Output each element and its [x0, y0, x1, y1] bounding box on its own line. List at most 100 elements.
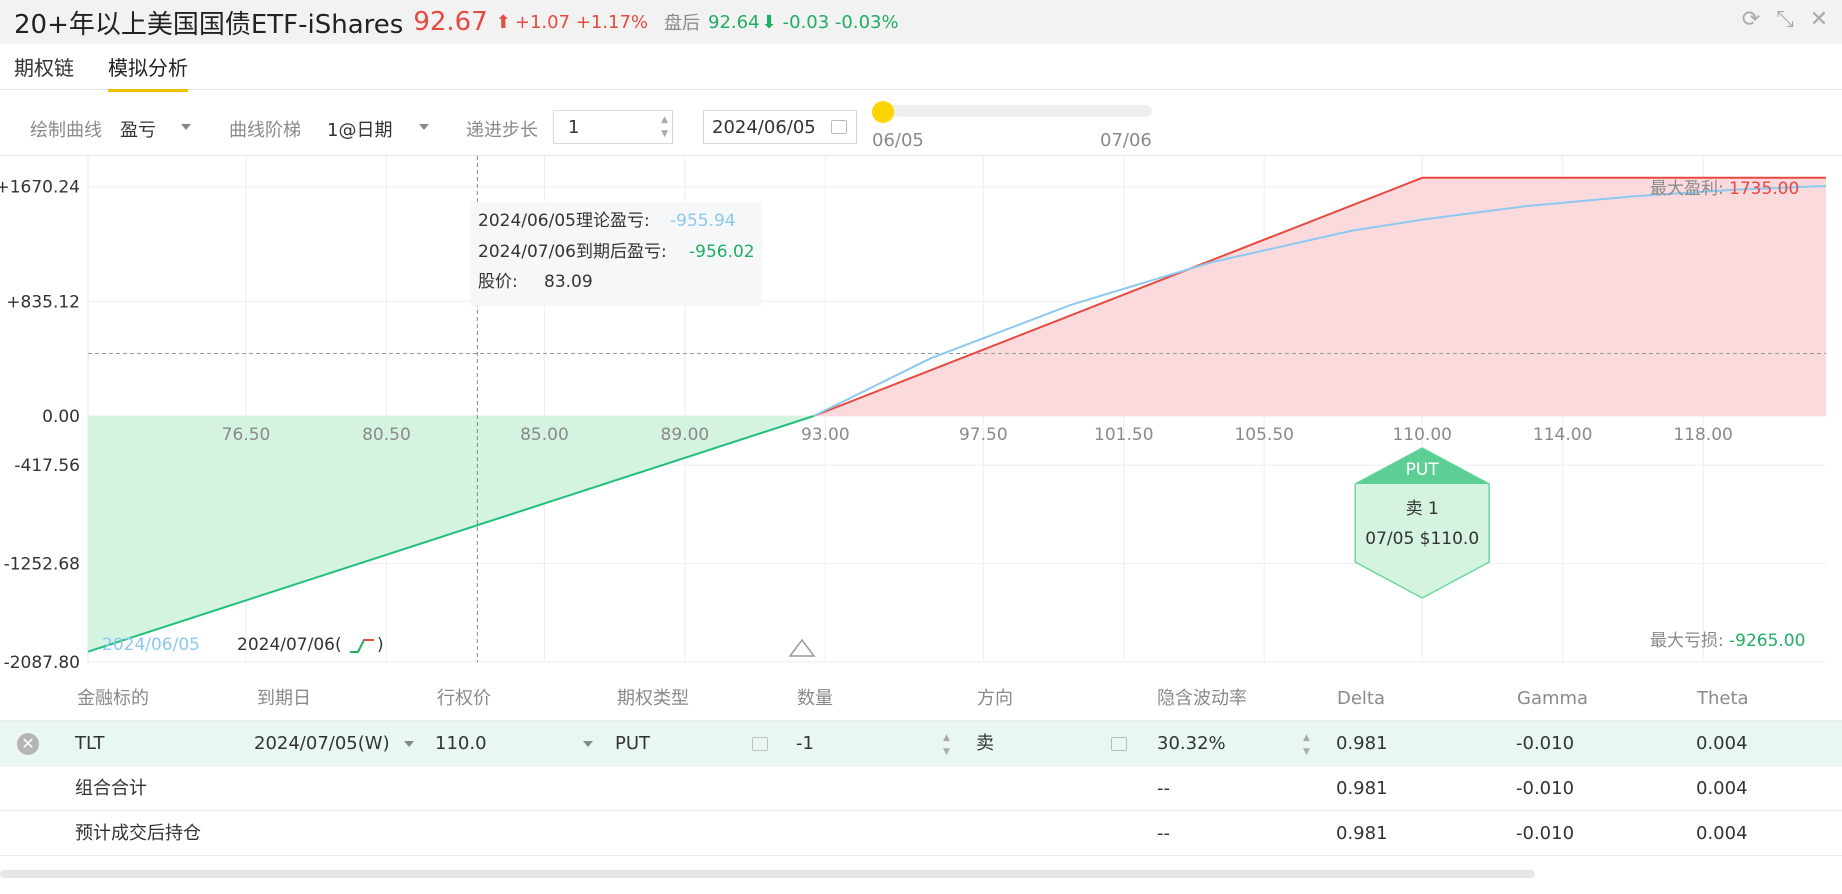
close-icon[interactable]: ✕	[1808, 8, 1830, 32]
increment-value: 1	[568, 117, 580, 138]
chevron-down-icon[interactable]	[583, 741, 593, 747]
switch-type-icon[interactable]	[752, 737, 768, 751]
col-iv: 隐含波动率	[1157, 688, 1247, 709]
projected-theta: 0.004	[1696, 823, 1748, 844]
y-tick-label: -2087.80	[4, 653, 80, 673]
x-tick-label: 97.50	[959, 425, 1008, 445]
combo-delta: 0.981	[1336, 778, 1388, 799]
combo-label: 组合合计	[75, 778, 147, 799]
date-slider-handle[interactable]	[872, 101, 894, 123]
remove-leg-icon[interactable]: ✕	[17, 733, 39, 755]
tooltip-price-value: 83.09	[544, 272, 593, 292]
stepper-down-icon[interactable]: ▼	[661, 129, 668, 139]
chevron-down-icon[interactable]	[404, 741, 414, 747]
cell-quantity-stepper[interactable]: -1	[796, 721, 814, 766]
increment-stepper[interactable]: 1 ▲ ▼	[553, 110, 673, 144]
combo-iv: --	[1157, 778, 1170, 799]
option-leg-marker[interactable]: PUT 卖 1 07/05 $110.0	[1354, 447, 1490, 599]
stepper-up-icon[interactable]: ▲	[661, 115, 668, 125]
max-profit-value: 1735.00	[1729, 179, 1799, 199]
y-tick-label: -1252.68	[4, 555, 80, 575]
col-theta: Theta	[1697, 688, 1749, 709]
x-tick-label: 85.00	[520, 425, 569, 445]
table-row[interactable]: ✕ TLT 2024/07/05(W) 110.0 PUT -1 ▲ ▼ 卖 3…	[0, 721, 1842, 766]
hover-tooltip: 2024/06/05理论盈亏: -955.94 2024/07/06到期后盈亏:…	[470, 202, 762, 306]
tooltip-expiry-label: 2024/07/06到期后盈亏:	[478, 242, 667, 262]
chevron-down-icon[interactable]	[419, 124, 429, 130]
step-select[interactable]: 1@日期	[327, 116, 392, 142]
date-value: 2024/06/05	[712, 117, 816, 138]
col-quantity: 数量	[797, 688, 833, 709]
table-row-projected: 预计成交后持仓 -- 0.981 -0.010 0.004	[0, 811, 1842, 856]
col-delta: Delta	[1337, 688, 1386, 709]
col-underlying: 金融标的	[77, 688, 149, 709]
col-option-type: 期权类型	[617, 688, 689, 709]
chevron-down-icon[interactable]	[181, 124, 191, 130]
switch-direction-icon[interactable]	[1111, 737, 1127, 751]
max-profit-label: 最大盈利:	[1650, 179, 1724, 199]
price-up-arrow-icon: ⬆	[495, 11, 511, 33]
after-hours-change: -0.03 -0.03%	[782, 11, 899, 33]
stepper-up-icon[interactable]: ▲	[943, 733, 950, 743]
increment-label: 递进步长	[466, 120, 538, 141]
table-row-combo-total: 组合合计 -- 0.981 -0.010 0.004	[0, 766, 1842, 811]
step-label: 曲线阶梯	[229, 120, 301, 141]
x-tick-label: 118.00	[1673, 425, 1732, 445]
pnl-chart[interactable]: 76.50 80.50 85.00 89.00 93.00 97.50 101.50 105.…	[0, 156, 1842, 676]
cell-option-type[interactable]: PUT	[615, 721, 650, 766]
cell-strike-select[interactable]: 110.0	[435, 721, 487, 766]
projected-label: 预计成交后持仓	[75, 823, 201, 844]
stepper-down-icon[interactable]: ▼	[1303, 747, 1310, 757]
tab-option-chain[interactable]: 期权链	[14, 52, 74, 89]
leg-marker-type: PUT	[1406, 460, 1440, 480]
x-tick-label: 105.50	[1234, 425, 1293, 445]
cell-iv-stepper[interactable]: 30.32%	[1157, 721, 1226, 766]
projected-gamma: -0.010	[1516, 823, 1575, 844]
tooltip-theory-label: 2024/06/05理论盈亏:	[478, 211, 650, 231]
date-picker[interactable]: 2024/06/05	[703, 110, 857, 144]
legend-expiry-swatch-loss	[350, 639, 374, 653]
y-tick-label: 0.00	[42, 407, 80, 427]
y-tick-label: +1670.24	[0, 178, 80, 198]
slider-start-label: 06/05	[872, 130, 924, 151]
curve-select[interactable]: 盈亏	[120, 116, 156, 142]
after-hours-price: 92.64	[708, 11, 760, 33]
cell-expiry-select[interactable]: 2024/07/05(W)	[254, 721, 390, 766]
current-price-triangle-icon[interactable]	[788, 638, 816, 657]
col-strike: 行权价	[437, 688, 491, 709]
cell-gamma: -0.010	[1516, 733, 1575, 754]
leg-marker-detail: 07/05 $110.0	[1365, 529, 1479, 549]
title-bar: 20+年以上美国国债ETF-iShares 92.67 ⬆ +1.07 +1.1…	[0, 0, 1842, 44]
x-tick-label: 89.00	[661, 425, 710, 445]
after-hours-label: 盘后	[664, 13, 701, 34]
legend-expiry-date: 2024/07/06(	[237, 635, 342, 655]
projected-iv: --	[1157, 823, 1170, 844]
calendar-icon[interactable]	[831, 120, 847, 134]
y-tick-label: +835.12	[6, 292, 80, 312]
stepper-up-icon[interactable]: ▲	[1303, 733, 1310, 743]
x-tick-label: 110.00	[1392, 425, 1451, 445]
collapse-icon[interactable]: ⤡	[1774, 8, 1796, 32]
legend-expiry-close: )	[377, 635, 384, 655]
date-slider-track[interactable]	[880, 105, 1152, 117]
x-tick-label: 114.00	[1533, 425, 1592, 445]
last-price: 92.67	[413, 7, 488, 37]
combo-gamma: -0.010	[1516, 778, 1575, 799]
legend-current-date: 2024/06/05	[102, 635, 200, 655]
horizontal-scrollbar[interactable]	[0, 870, 1535, 878]
x-tick-label: 80.50	[362, 425, 411, 445]
col-expiry: 到期日	[257, 688, 311, 709]
x-tick-label: 101.50	[1094, 425, 1153, 445]
tooltip-price-label: 股价:	[478, 272, 518, 292]
tab-simulation[interactable]: 模拟分析	[108, 52, 188, 92]
stepper-down-icon[interactable]: ▼	[943, 747, 950, 757]
leg-marker-action: 卖 1	[1406, 499, 1439, 519]
cell-direction[interactable]: 卖	[976, 721, 994, 766]
table-header: 金融标的 到期日 行权价 期权类型 数量 方向 隐含波动率 Delta Gamm…	[0, 676, 1842, 721]
profit-area	[813, 177, 1826, 416]
col-gamma: Gamma	[1517, 688, 1589, 709]
instrument-name: 20+年以上美国国债ETF-iShares	[14, 9, 404, 40]
max-loss-value: -9265.00	[1729, 631, 1805, 651]
y-tick-label: -417.56	[14, 456, 80, 476]
refresh-icon[interactable]: ⟳	[1740, 8, 1762, 32]
